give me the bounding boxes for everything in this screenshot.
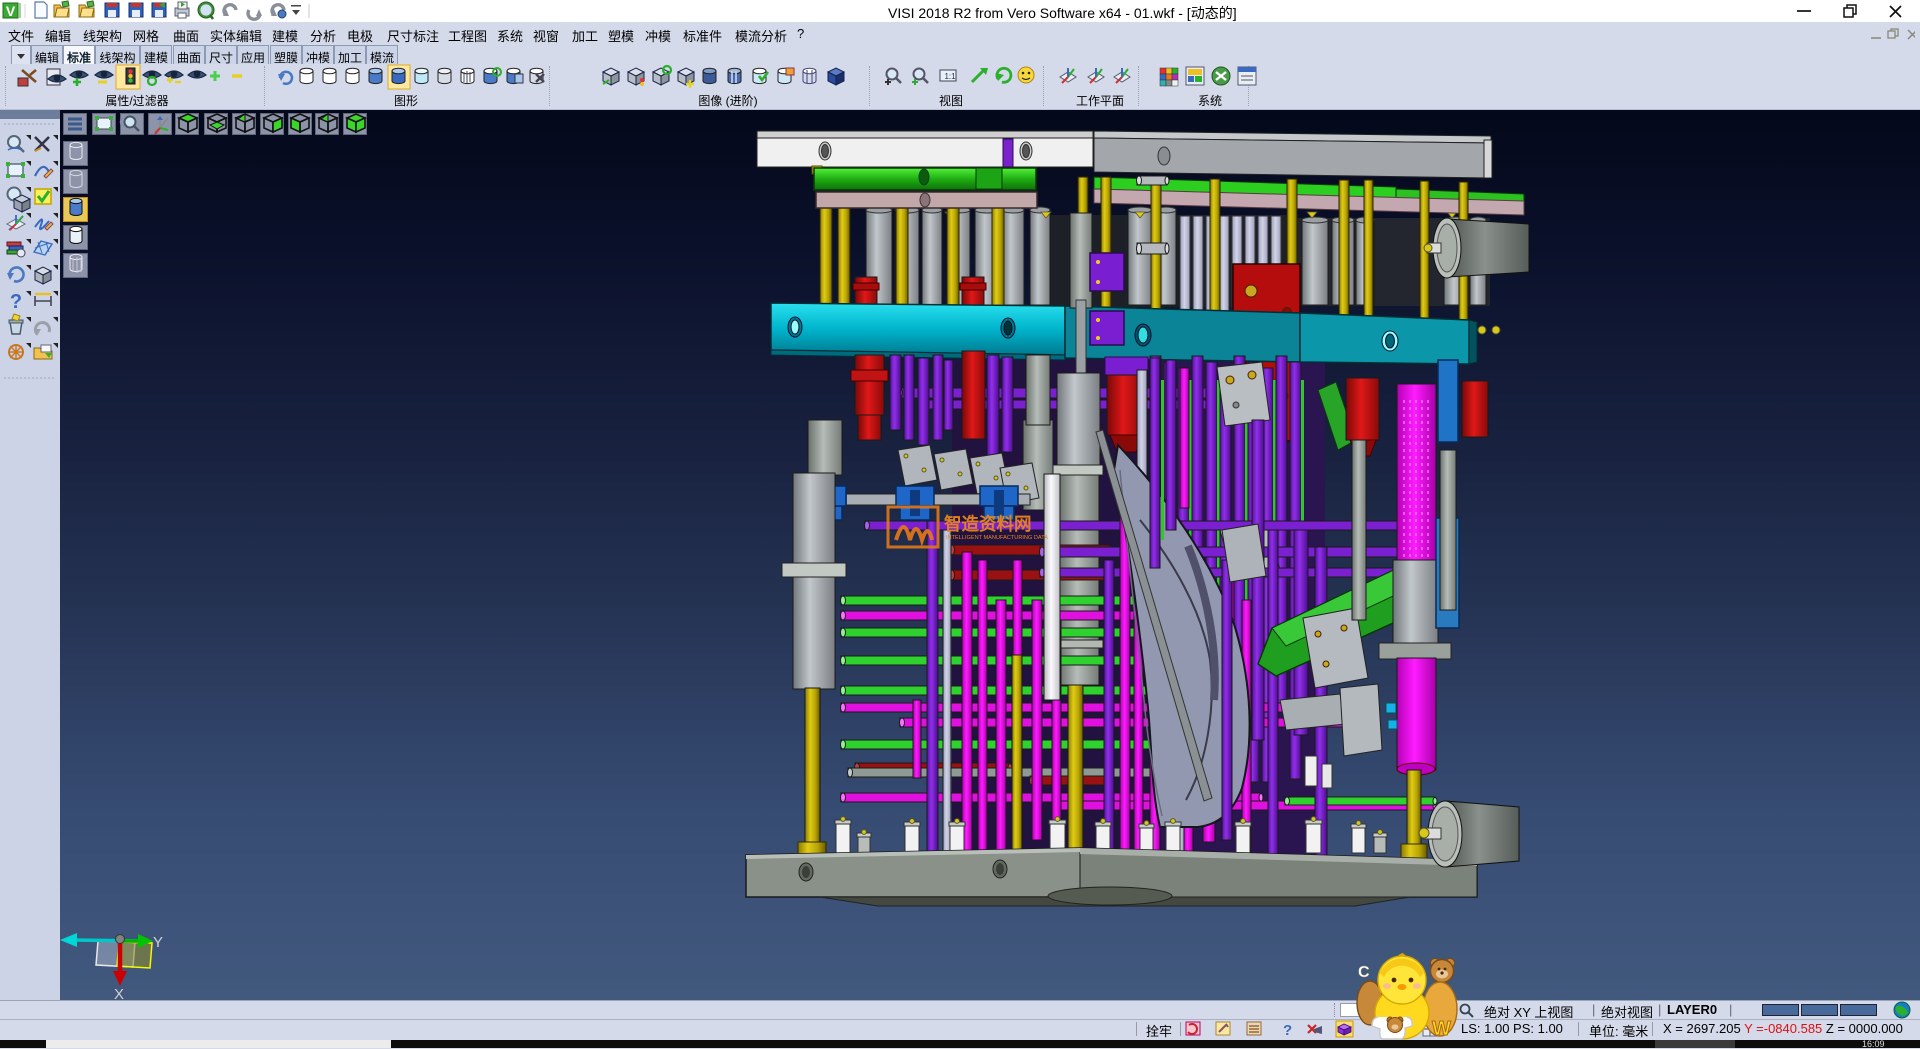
svg-text:?: ? [1283,1022,1292,1038]
svg-text:智造资料网: 智造资料网 [944,514,1032,534]
svg-text:Y: Y [153,934,163,951]
svg-text:W: W [1432,1018,1451,1040]
svg-text:C: C [1358,964,1370,981]
svg-text:INTELLIGENT MANUFACTURING DATA: INTELLIGENT MANUFACTURING DATA [946,535,1048,541]
